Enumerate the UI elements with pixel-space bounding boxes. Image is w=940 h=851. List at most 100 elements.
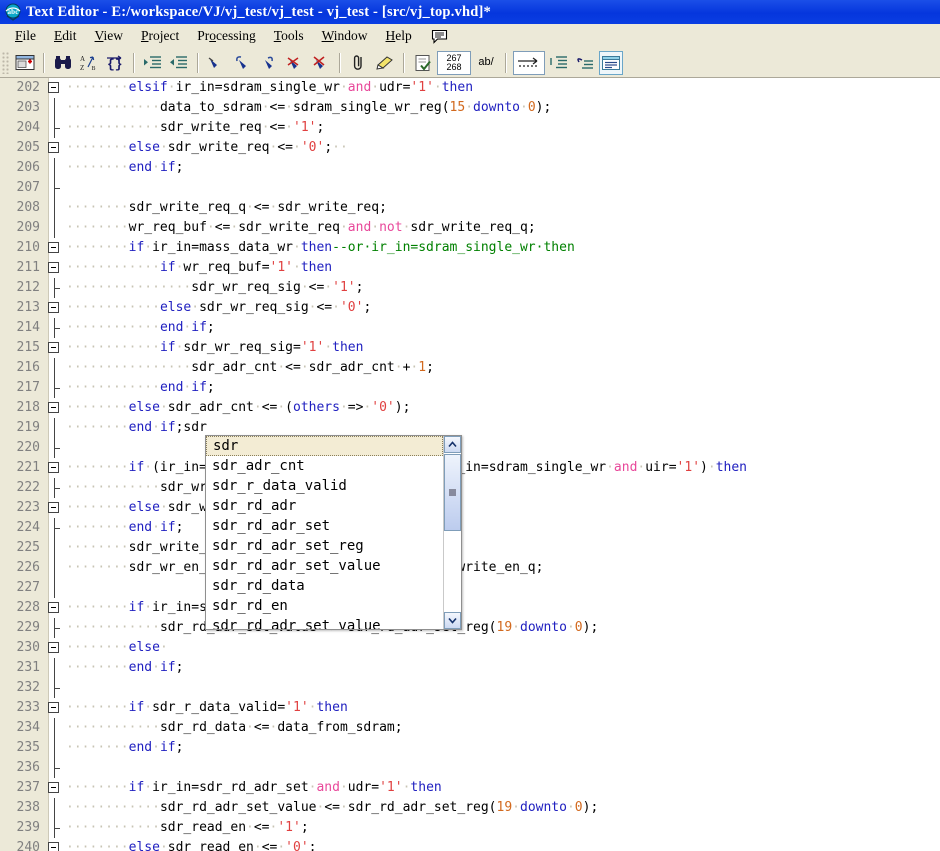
fold-collapse-icon[interactable]	[44, 138, 66, 158]
code-line[interactable]: 234 ············sdr_rd_data·<=·data_from_…	[0, 718, 940, 738]
fold-collapse-icon[interactable]	[44, 838, 66, 851]
menu-tools[interactable]: Tools	[265, 26, 313, 46]
code-line[interactable]: 217 ············end·if;	[0, 378, 940, 398]
fold-collapse-icon[interactable]	[44, 78, 66, 98]
code-line[interactable]: 211 ············if·wr_req_buf='1'·then	[0, 258, 940, 278]
code-line[interactable]: 239 ············sdr_read_en·<=·'1';	[0, 818, 940, 838]
autocomplete-item[interactable]: sdr_rd_adr_set	[206, 516, 443, 536]
fold-collapse-icon[interactable]	[44, 598, 66, 618]
code-line[interactable]: 225 ········sdr_write_en_q·<=·sdr_write_e…	[0, 538, 940, 558]
speech-bubble-icon[interactable]	[431, 29, 448, 44]
code-line[interactable]: 227	[0, 578, 940, 598]
code-line[interactable]: 236	[0, 758, 940, 778]
increase-indent-icon[interactable]	[141, 51, 165, 75]
open-project-icon[interactable]	[13, 51, 37, 75]
bookmark-clear-all-icon[interactable]	[309, 51, 333, 75]
code-line[interactable]: 218 ········else·sdr_adr_cnt·<=·(others·=…	[0, 398, 940, 418]
autocomplete-item[interactable]: sdr_r_data_valid	[206, 476, 443, 496]
autocomplete-item[interactable]: sdr_rd_adr	[206, 496, 443, 516]
bookmark-toggle-icon[interactable]	[205, 51, 229, 75]
code-editor[interactable]: 202 ········elsif·ir_in=sdram_single_wr·a…	[0, 78, 940, 851]
code-line[interactable]: 215 ············if·sdr_wr_req_sig='1'·the…	[0, 338, 940, 358]
chevron-down-icon[interactable]	[444, 612, 461, 629]
fold-collapse-icon[interactable]	[44, 238, 66, 258]
code-line[interactable]: 202 ········elsif·ir_in=sdram_single_wr·a…	[0, 78, 940, 98]
code-line[interactable]: 213 ············else·sdr_wr_req_sig·<=·'0…	[0, 298, 940, 318]
code-line[interactable]: 235 ········end·if;	[0, 738, 940, 758]
code-line[interactable]: 210 ········if·ir_in=mass_data_wr·then--o…	[0, 238, 940, 258]
bookmark-next-icon[interactable]	[231, 51, 255, 75]
insert-template-icon[interactable]	[547, 51, 571, 75]
code-line[interactable]: 231 ········end·if;	[0, 658, 940, 678]
code-line[interactable]: 209 ········wr_req_buf·<=·sdr_write_req·a…	[0, 218, 940, 238]
autocomplete-item[interactable]: sdr_rd_adr_set_reg	[206, 536, 443, 556]
code-line[interactable]: 207	[0, 178, 940, 198]
highlighter-icon[interactable]	[373, 51, 397, 75]
code-line[interactable]: 216 ················sdr_adr_cnt·<=·sdr_ad…	[0, 358, 940, 378]
show-tabs-icon[interactable]	[513, 50, 545, 75]
code-line[interactable]: 206 ········end·if;	[0, 158, 940, 178]
code-line[interactable]: 212 ················sdr_wr_req_sig·<=·'1'…	[0, 278, 940, 298]
bookmark-prev-icon[interactable]	[257, 51, 281, 75]
fold-collapse-icon[interactable]	[44, 698, 66, 718]
code-line[interactable]: 208 ········sdr_write_req_q·<=·sdr_write_…	[0, 198, 940, 218]
autocomplete-item[interactable]: sdr_adr_cnt	[206, 456, 443, 476]
menu-processing[interactable]: Processing	[188, 26, 265, 46]
code-line[interactable]: 205 ········else·sdr_write_req·<=·'0';··	[0, 138, 940, 158]
autocomplete-item[interactable]: sdr_rd_en	[206, 596, 443, 616]
code-lines-container[interactable]: 202 ········elsif·ir_in=sdram_single_wr·a…	[0, 78, 940, 851]
toggle-panel-icon[interactable]	[599, 50, 623, 75]
fold-collapse-icon[interactable]	[44, 338, 66, 358]
code-line[interactable]: 228 ········if·ir_in=sdr_rd_adr_set·and·u…	[0, 598, 940, 618]
find-binoculars-icon[interactable]	[51, 51, 75, 75]
code-line[interactable]: 240 ········else·sdr_read_en·<=·'0';	[0, 838, 940, 851]
menu-file[interactable]: File	[6, 26, 45, 46]
fold-collapse-icon[interactable]	[44, 298, 66, 318]
fold-collapse-icon[interactable]	[44, 458, 66, 478]
attach-paperclip-icon[interactable]	[347, 51, 371, 75]
code-line[interactable]: 237 ········if·ir_in=sdr_rd_adr_set·and·u…	[0, 778, 940, 798]
code-line[interactable]: 220	[0, 438, 940, 458]
menu-view[interactable]: View	[86, 26, 132, 46]
check-document-icon[interactable]	[411, 51, 435, 75]
code-line[interactable]: 238 ············sdr_rd_adr_set_value·<=·s…	[0, 798, 940, 818]
toolbar-grip[interactable]	[2, 51, 9, 74]
code-line[interactable]: 226 ········sdr_wr_en_sig·<=·sdr_write_en…	[0, 558, 940, 578]
autocomplete-item[interactable]: sdr	[206, 436, 443, 456]
code-line[interactable]: 219 ········end·if;sdr	[0, 418, 940, 438]
menu-project[interactable]: Project	[132, 26, 188, 46]
autocomplete-item[interactable]: sdr_rd_data	[206, 576, 443, 596]
autocomplete-list[interactable]: sdr sdr_adr_cnt sdr_r_data_valid sdr_rd_adr…	[206, 436, 443, 629]
fold-collapse-icon[interactable]	[44, 498, 66, 518]
code-line[interactable]: 214 ············end·if;	[0, 318, 940, 338]
braces-match-icon[interactable]: {}	[103, 51, 127, 75]
autocomplete-item[interactable]: sdr_rd_adr_set_value	[206, 556, 443, 576]
code-line[interactable]: 204 ············sdr_write_req·<=·'1';	[0, 118, 940, 138]
bookmark-clear-icon[interactable]	[283, 51, 307, 75]
autocomplete-popup[interactable]: sdr sdr_adr_cnt sdr_r_data_valid sdr_rd_adr…	[205, 435, 462, 630]
menu-help[interactable]: Help	[377, 26, 421, 46]
code-line[interactable]: 232	[0, 678, 940, 698]
menu-window[interactable]: Window	[313, 26, 377, 46]
chevron-up-icon[interactable]	[444, 436, 461, 453]
code-line[interactable]: 224 ········end·if;	[0, 518, 940, 538]
code-line[interactable]: 222 ············sdr_write_en·<=·'1';	[0, 478, 940, 498]
menu-edit[interactable]: Edit	[45, 26, 86, 46]
scrollbar-thumb[interactable]	[444, 454, 461, 531]
autocomplete-item[interactable]: sdr_rd_adr_set_value	[206, 616, 443, 629]
code-line[interactable]: 229 ············sdr_rd_adr_set_value·<=·s…	[0, 618, 940, 638]
autocomplete-scrollbar[interactable]	[443, 436, 461, 629]
code-line[interactable]: 233 ········if·sdr_r_data_valid='1'·then	[0, 698, 940, 718]
line-counter-icon[interactable]: 267 268	[437, 50, 471, 75]
decrease-indent-icon[interactable]	[167, 51, 191, 75]
code-line[interactable]: 203 ············data_to_sdram·<=·sdram_si…	[0, 98, 940, 118]
word-wrap-icon[interactable]: ab/	[473, 51, 499, 75]
fold-collapse-icon[interactable]	[44, 398, 66, 418]
sort-az-icon[interactable]: A Z B	[77, 51, 101, 75]
fold-collapse-icon[interactable]	[44, 638, 66, 658]
code-line[interactable]: 230 ········else·	[0, 638, 940, 658]
code-line[interactable]: 221 ········if·(ir_in=mass_data_wr·and·ud…	[0, 458, 940, 478]
fold-collapse-icon[interactable]	[44, 778, 66, 798]
undo-indent-icon[interactable]	[573, 51, 597, 75]
code-line[interactable]: 223 ········else·sdr_write_en·<=·'0';	[0, 498, 940, 518]
